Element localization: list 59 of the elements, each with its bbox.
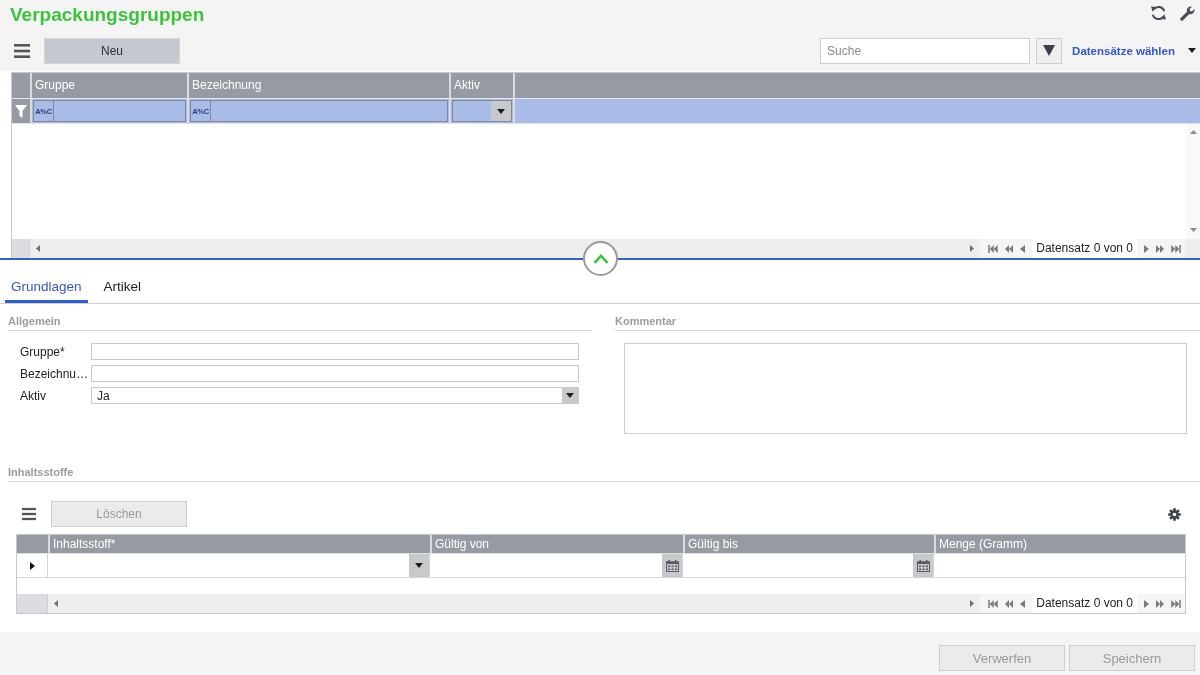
row-pointer-icon — [29, 561, 35, 570]
field-label: Gruppe* — [20, 344, 66, 359]
comment-field[interactable] — [624, 343, 1187, 434]
filter-dropdown-button[interactable] — [1036, 37, 1063, 64]
tab[interactable]: Grundlagen — [5, 272, 88, 303]
section-heading: Inhaltsstoffe — [8, 466, 74, 478]
right-arrow-icon[interactable] — [970, 600, 975, 607]
left-arrow-icon[interactable] — [54, 600, 58, 607]
previous-icon[interactable] — [1020, 599, 1026, 608]
next-icon[interactable] — [1144, 599, 1149, 608]
calendar-button[interactable] — [662, 554, 682, 577]
right-arrow-icon[interactable] — [970, 245, 975, 252]
select-field[interactable]: Ja — [91, 387, 579, 404]
dropdown-button[interactable] — [491, 101, 511, 121]
funnel-icon[interactable] — [12, 99, 30, 123]
records-menu-link[interactable]: Datensätze wählen — [1072, 44, 1175, 57]
caret-icon — [497, 108, 505, 114]
field-label: Bezeichnu… — [20, 366, 90, 381]
search-field[interactable]: Suche — [820, 37, 1031, 64]
last-icon[interactable] — [1171, 244, 1181, 253]
tab[interactable]: Artikel — [97, 272, 148, 303]
next-icon[interactable] — [1144, 244, 1149, 253]
calendar-icon — [665, 559, 679, 572]
dropdown-button[interactable] — [562, 388, 578, 403]
refresh-icon[interactable] — [1150, 5, 1167, 21]
first-icon[interactable] — [988, 244, 999, 253]
first-icon[interactable] — [988, 599, 999, 608]
page-title: Verpackungsgruppen — [10, 4, 205, 26]
dropdown-button[interactable] — [409, 554, 429, 577]
last-icon[interactable] — [1171, 599, 1181, 608]
settings-icon[interactable] — [1168, 507, 1181, 521]
menu-icon[interactable] — [22, 507, 36, 521]
column-header[interactable]: Menge (Gramm) — [934, 535, 1185, 553]
previous-icon[interactable] — [1020, 244, 1026, 253]
fast-forward-icon[interactable] — [1156, 244, 1164, 253]
vertical-scrollbar[interactable] — [1186, 124, 1200, 239]
left-arrow-icon[interactable] — [36, 245, 40, 252]
up-arrow-icon[interactable] — [1189, 130, 1197, 134]
caret-icon — [566, 393, 574, 398]
wrench-icon[interactable] — [1180, 5, 1195, 21]
menu-icon[interactable] — [14, 43, 30, 58]
record-counter: Datensatz 0 von 0 — [1032, 594, 1137, 613]
section-heading: Kommentar — [615, 315, 677, 327]
field-label: Aktiv — [20, 388, 47, 403]
section-heading: Allgemein — [8, 315, 61, 327]
caret-icon — [1043, 45, 1056, 56]
down-arrow-icon[interactable] — [1189, 228, 1197, 232]
text-field[interactable] — [91, 365, 579, 382]
record-counter: Datensatz 0 von 0 — [1032, 239, 1137, 258]
text-field[interactable] — [91, 343, 579, 360]
fast-forward-icon[interactable] — [1156, 599, 1164, 608]
caret-icon[interactable] — [1188, 48, 1196, 53]
new-button[interactable]: Neu — [44, 37, 180, 64]
chevron-up-icon — [592, 253, 609, 264]
rewind-icon[interactable] — [1005, 599, 1014, 608]
rewind-icon[interactable] — [1005, 244, 1014, 253]
caret-icon — [415, 563, 423, 568]
calendar-icon — [916, 559, 930, 572]
calendar-button[interactable] — [913, 554, 933, 577]
